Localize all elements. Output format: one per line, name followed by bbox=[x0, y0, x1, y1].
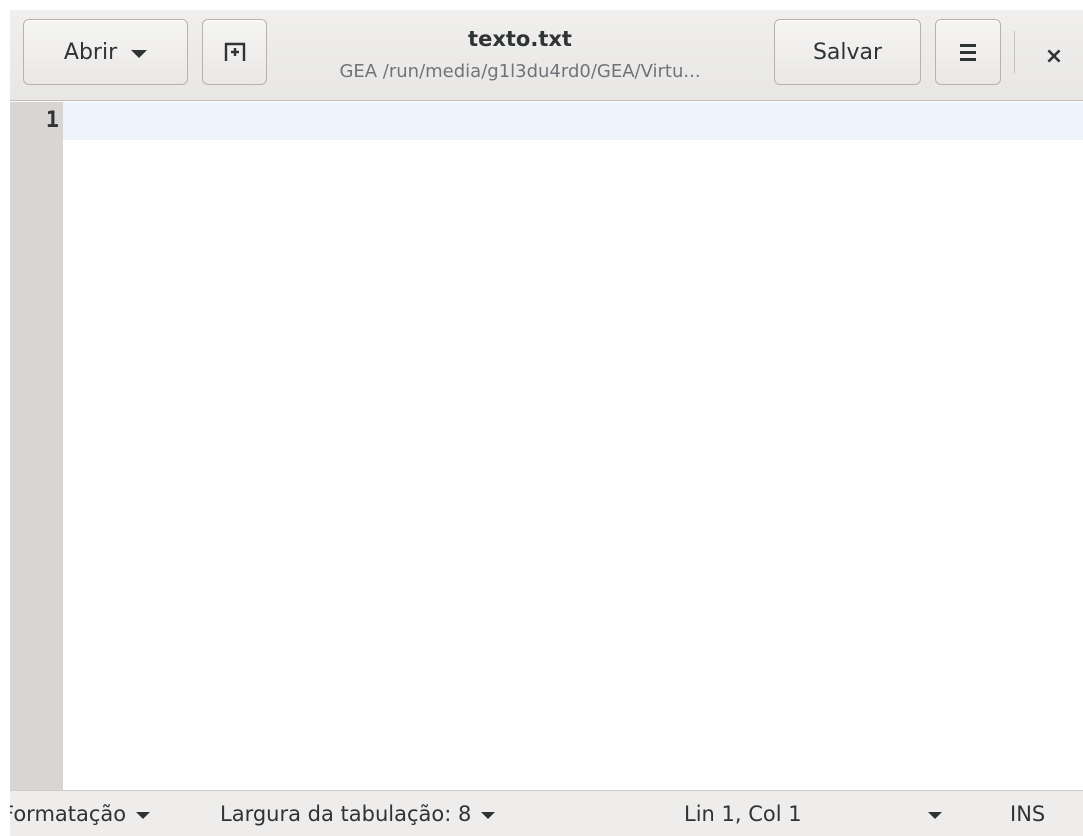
hamburger-menu-icon bbox=[960, 43, 976, 61]
new-tab-button[interactable] bbox=[202, 19, 267, 85]
header-bar: Abrir texto.txt GEA /run/media/g1l3du4rd… bbox=[10, 10, 1083, 101]
chevron-down-icon bbox=[131, 49, 148, 58]
cursor-position-dropdown[interactable] bbox=[928, 791, 942, 836]
gedit-window: Abrir texto.txt GEA /run/media/g1l3du4rd… bbox=[10, 10, 1083, 836]
line-number: 1 bbox=[45, 108, 59, 133]
line-number-gutter: 1 bbox=[10, 102, 63, 790]
header-separator bbox=[1014, 31, 1015, 73]
save-button-label: Salvar bbox=[812, 39, 883, 65]
close-icon: × bbox=[1044, 43, 1064, 69]
status-bar: Formatação Largura da tabulação: 8 Lin 1… bbox=[10, 790, 1083, 836]
title-block: texto.txt GEA /run/media/g1l3du4rd0/GEA/… bbox=[285, 24, 755, 94]
close-button[interactable]: × bbox=[1030, 32, 1078, 80]
highlight-mode-selector[interactable]: Formatação bbox=[10, 791, 151, 836]
tab-width-selector[interactable]: Largura da tabulação: 8 bbox=[220, 791, 496, 836]
chevron-down-icon bbox=[136, 811, 151, 819]
tab-width-label: Largura da tabulação: 8 bbox=[220, 802, 472, 826]
window-subtitle: GEA /run/media/g1l3du4rd0/GEA/Virtu... bbox=[339, 61, 701, 82]
cursor-position[interactable]: Lin 1, Col 1 bbox=[684, 791, 802, 836]
text-editor-input[interactable] bbox=[70, 105, 1075, 785]
menu-button[interactable] bbox=[935, 19, 1001, 85]
open-button[interactable]: Abrir bbox=[23, 19, 188, 85]
save-button[interactable]: Salvar bbox=[774, 19, 921, 85]
chevron-down-icon bbox=[928, 811, 942, 819]
insert-mode-label: INS bbox=[1010, 802, 1046, 826]
open-button-label: Abrir bbox=[63, 39, 118, 65]
editor-area: 1 bbox=[10, 102, 1083, 790]
window-title: texto.txt bbox=[468, 27, 572, 51]
new-tab-icon bbox=[224, 42, 245, 61]
insert-mode-indicator[interactable]: INS bbox=[1010, 791, 1045, 836]
highlight-mode-label: Formatação bbox=[10, 802, 127, 826]
cursor-position-label: Lin 1, Col 1 bbox=[684, 802, 802, 826]
chevron-down-icon bbox=[481, 811, 496, 819]
